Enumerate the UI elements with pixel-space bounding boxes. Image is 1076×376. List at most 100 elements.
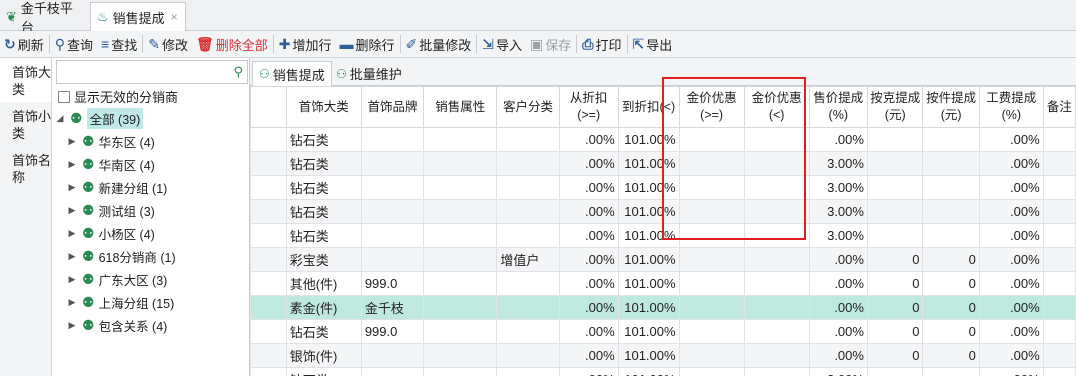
table-cell[interactable] (423, 367, 498, 376)
table-cell[interactable]: .00% (558, 127, 619, 152)
table-cell[interactable] (423, 199, 498, 224)
table-cell[interactable]: 钻石类 (285, 199, 362, 224)
column-header[interactable]: 售价提成(%) (808, 86, 868, 128)
table-cell[interactable] (743, 247, 810, 272)
table-cell[interactable]: 101.00% (617, 223, 680, 248)
tree-node[interactable]: ▶ ⚉ 广东大区 (3) (66, 268, 168, 290)
import-button[interactable]: ⇲ 导入 (478, 31, 526, 58)
table-cell[interactable] (743, 367, 810, 376)
table-cell[interactable]: 0 (922, 295, 980, 320)
table-cell[interactable] (743, 151, 810, 176)
table-cell[interactable] (360, 223, 425, 248)
table-row[interactable]: 钻石类.00%101.00%3.00%.00% (250, 367, 1076, 376)
table-cell[interactable] (423, 343, 498, 368)
table-cell[interactable] (678, 343, 745, 368)
table-cell[interactable]: 101.00% (617, 151, 680, 176)
table-cell[interactable] (1042, 127, 1076, 152)
table-cell[interactable] (866, 175, 924, 200)
table-cell[interactable]: 0 (922, 319, 980, 344)
table-cell[interactable]: .00% (808, 127, 868, 152)
tree-node[interactable]: ▶ ⚉ 上海分组 (15) (66, 291, 175, 313)
table-cell[interactable]: .00% (978, 367, 1044, 376)
tab-sales-commission[interactable]: ♨ 销售提成 × (90, 2, 186, 31)
table-cell[interactable] (922, 175, 980, 200)
expand-icon[interactable]: ▶ (66, 228, 78, 239)
nav-item-category[interactable]: 首饰大类 (0, 58, 51, 102)
table-cell[interactable] (496, 175, 560, 200)
tree-node[interactable]: ▶ ⚉ 测试组 (3) (66, 199, 155, 221)
table-cell[interactable] (496, 199, 560, 224)
table-row[interactable]: 钻石类.00%101.00%3.00%.00% (250, 175, 1076, 200)
tab-sales-commission-sub[interactable]: ⚇ 销售提成 (252, 61, 332, 86)
table-cell[interactable] (1042, 319, 1076, 344)
table-cell[interactable] (678, 175, 745, 200)
table-cell[interactable] (743, 199, 810, 224)
table-cell[interactable] (1042, 367, 1076, 376)
table-cell[interactable] (678, 367, 745, 376)
table-cell[interactable]: .00% (978, 271, 1044, 296)
table-row[interactable]: 钻石类.00%101.00%3.00%.00% (250, 151, 1076, 176)
table-cell[interactable]: .00% (978, 151, 1044, 176)
expand-icon[interactable]: ▶ (66, 205, 78, 216)
table-cell[interactable]: 101.00% (617, 295, 680, 320)
table-cell[interactable]: 3.00% (808, 367, 868, 376)
table-cell[interactable]: .00% (978, 199, 1044, 224)
table-cell[interactable] (496, 151, 560, 176)
table-cell[interactable]: .00% (558, 343, 619, 368)
table-cell[interactable]: .00% (978, 175, 1044, 200)
table-cell[interactable]: .00% (808, 247, 868, 272)
table-cell[interactable] (922, 223, 980, 248)
table-cell[interactable]: .00% (808, 343, 868, 368)
table-cell[interactable]: .00% (808, 295, 868, 320)
table-cell[interactable]: 0 (922, 343, 980, 368)
column-header[interactable]: 销售属性 (423, 86, 498, 128)
table-cell[interactable] (922, 151, 980, 176)
table-cell[interactable] (922, 127, 980, 152)
export-button[interactable]: ⇱ 导出 (629, 31, 677, 58)
table-cell[interactable]: 101.00% (617, 127, 680, 152)
table-cell[interactable]: 钻石类 (285, 127, 362, 152)
table-cell[interactable]: 0 (922, 247, 980, 272)
table-cell[interactable] (1042, 223, 1076, 248)
table-cell[interactable] (496, 295, 560, 320)
table-cell[interactable] (678, 127, 745, 152)
table-cell[interactable] (360, 199, 425, 224)
column-header[interactable]: 备注 (1042, 86, 1076, 128)
tab-platform[interactable]: ❦ 金千枝平台 (0, 1, 90, 35)
table-cell[interactable] (1042, 151, 1076, 176)
table-cell[interactable]: 金千枝 (360, 295, 425, 320)
table-cell[interactable]: .00% (558, 295, 619, 320)
expand-icon[interactable]: ▶ (66, 182, 78, 193)
show-invalid-checkbox[interactable]: 显示无效的分销商 (58, 87, 178, 106)
table-cell[interactable]: 999.0 (360, 271, 425, 296)
table-cell[interactable] (423, 223, 498, 248)
tree-node[interactable]: ▶ ⚉ 新建分组 (1) (66, 176, 168, 198)
tree-root[interactable]: ◢ ⚉ 全部 (39) (54, 107, 144, 129)
table-cell[interactable] (496, 319, 560, 344)
edit-button[interactable]: ✎ 修改 (144, 31, 192, 58)
table-cell[interactable]: 0 (866, 319, 924, 344)
table-cell[interactable]: 101.00% (617, 199, 680, 224)
table-cell[interactable] (743, 223, 810, 248)
table-cell[interactable] (678, 247, 745, 272)
find-button[interactable]: ≡ 查找 (97, 31, 141, 58)
table-cell[interactable] (1042, 343, 1076, 368)
column-header[interactable]: 按件提成(元) (922, 86, 980, 128)
column-header[interactable]: 金价优惠(>=) (678, 86, 745, 128)
table-cell[interactable] (1042, 175, 1076, 200)
search-input[interactable]: ⚲ (56, 60, 248, 84)
table-cell[interactable]: .00% (978, 247, 1044, 272)
table-cell[interactable] (423, 271, 498, 296)
table-cell[interactable]: 钻石类 (285, 223, 362, 248)
table-cell[interactable] (743, 175, 810, 200)
table-cell[interactable]: .00% (978, 343, 1044, 368)
expand-icon[interactable]: ▶ (66, 136, 78, 147)
tree-node[interactable]: ▶ ⚉ 小杨区 (4) (66, 222, 155, 244)
table-cell[interactable] (360, 127, 425, 152)
table-cell[interactable]: .00% (558, 271, 619, 296)
table-cell[interactable] (743, 271, 810, 296)
table-cell[interactable] (496, 367, 560, 376)
table-cell[interactable] (678, 271, 745, 296)
table-row[interactable]: 银饰(件) .00% 101.00% .00% 0 0.00% (250, 343, 1076, 368)
column-header[interactable]: 金价优惠(<) (743, 86, 810, 128)
